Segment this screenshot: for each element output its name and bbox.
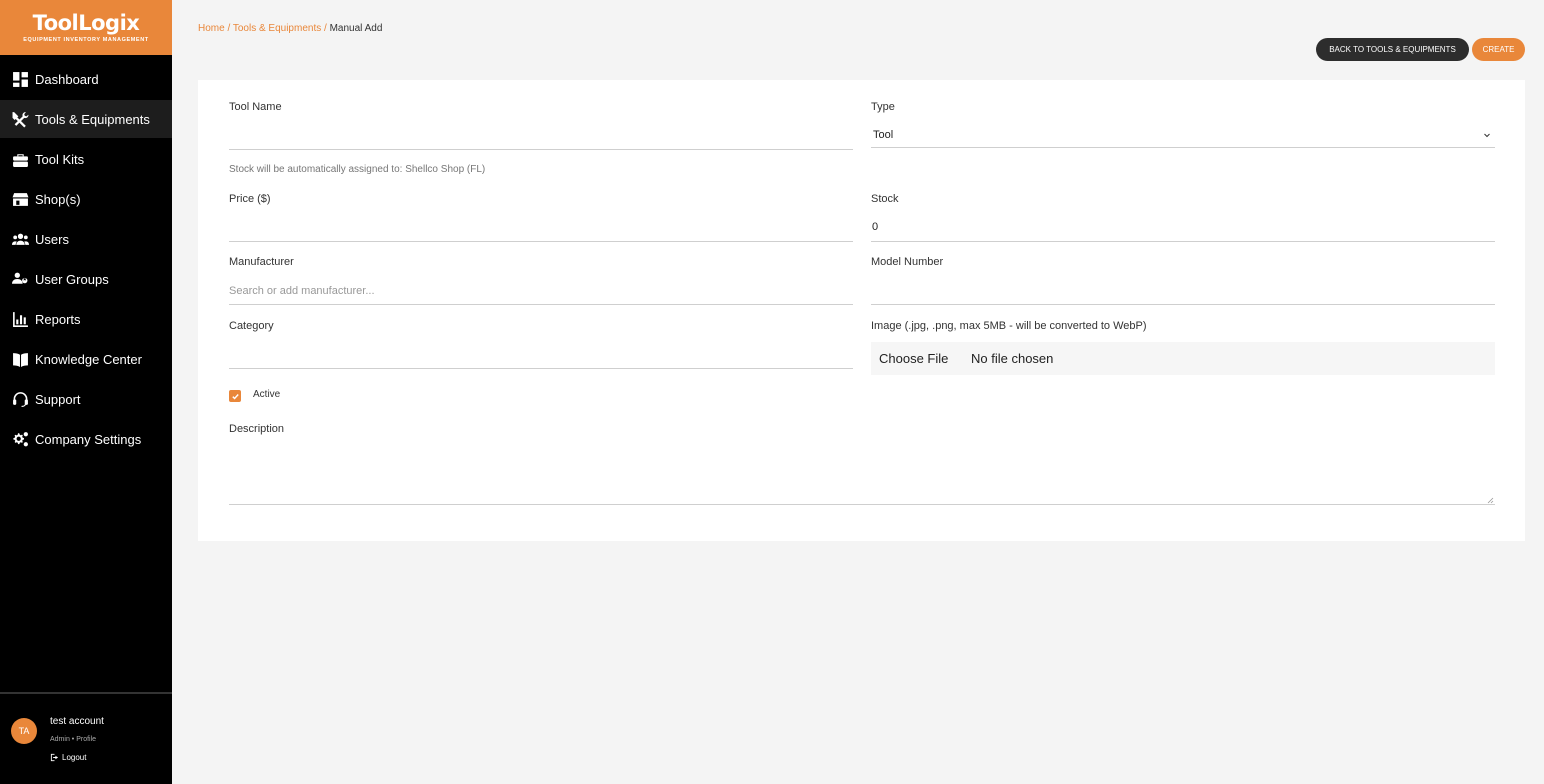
type-select[interactable]: Tool xyxy=(871,122,1495,148)
avatar[interactable]: TA xyxy=(11,718,37,744)
dashboard-icon xyxy=(11,70,29,88)
breadcrumb-current: Manual Add xyxy=(329,23,383,34)
stock-input[interactable]: 0 xyxy=(871,213,1495,242)
manufacturer-placeholder: Search or add manufacturer... xyxy=(229,284,375,297)
chevron-down-icon xyxy=(1484,133,1490,137)
shop-icon xyxy=(11,190,29,208)
resize-grip-icon[interactable] xyxy=(1487,497,1494,504)
manufacturer-label: Manufacturer xyxy=(229,256,294,268)
type-label: Type xyxy=(871,101,895,113)
gears-icon xyxy=(11,430,29,448)
sidebar-item-label: Users xyxy=(35,231,69,247)
user-groups-icon xyxy=(11,270,29,288)
stock-assignment-hint: Stock will be automatically assigned to:… xyxy=(229,164,486,175)
model-number-label: Model Number xyxy=(871,256,944,268)
user-role-line: Admin • Profile xyxy=(50,736,96,743)
logo-subtitle: EQUIPMENT INVENTORY MANAGEMENT xyxy=(23,37,149,43)
form-card: Tool Name Type Tool Stock will be automa… xyxy=(198,80,1525,541)
sidebar-item-user-groups[interactable]: User Groups xyxy=(0,260,172,298)
breadcrumb-tools-equipments[interactable]: Tools & Equipments xyxy=(233,23,321,34)
sidebar-item-label: Reports xyxy=(35,311,81,327)
sidebar-item-users[interactable]: Users xyxy=(0,220,172,258)
user-role: Admin xyxy=(50,736,70,743)
breadcrumb-separator: / xyxy=(224,23,233,34)
sidebar-item-dashboard[interactable]: Dashboard xyxy=(0,60,172,98)
toolbox-icon xyxy=(11,150,29,168)
price-input[interactable] xyxy=(229,213,853,242)
sidebar-item-tool-kits[interactable]: Tool Kits xyxy=(0,140,172,178)
sidebar-divider xyxy=(0,692,172,694)
book-icon xyxy=(11,350,29,368)
category-label: Category xyxy=(229,320,274,332)
sidebar-item-reports[interactable]: Reports xyxy=(0,300,172,338)
file-status: No file chosen xyxy=(971,351,1054,366)
sidebar-item-tools-equipments[interactable]: Tools & Equipments xyxy=(0,100,172,138)
tool-name-label: Tool Name xyxy=(229,101,282,113)
sidebar-item-label: Knowledge Center xyxy=(35,351,142,367)
stock-value: 0 xyxy=(872,221,879,233)
model-number-input[interactable] xyxy=(871,277,1495,305)
sidebar-item-label: Support xyxy=(35,391,81,407)
sidebar: ToolLogix EQUIPMENT INVENTORY MANAGEMENT… xyxy=(0,0,172,784)
logo[interactable]: ToolLogix EQUIPMENT INVENTORY MANAGEMENT xyxy=(0,0,172,55)
choose-file-button[interactable]: Choose File xyxy=(871,351,971,366)
active-checkbox[interactable] xyxy=(229,390,241,402)
sidebar-item-label: Company Settings xyxy=(35,431,142,447)
image-file-input[interactable]: Choose File No file chosen xyxy=(871,342,1495,375)
logout-label: Logout xyxy=(62,753,87,762)
user-name: test account xyxy=(50,716,104,727)
checkmark-icon xyxy=(231,393,239,400)
breadcrumb: Home / Tools & Equipments / Manual Add xyxy=(198,23,382,34)
sidebar-item-label: User Groups xyxy=(35,271,109,287)
logout-link[interactable]: Logout xyxy=(50,753,86,762)
active-label[interactable]: Active xyxy=(253,389,280,400)
sidebar-item-company-settings[interactable]: Company Settings xyxy=(0,420,172,458)
sidebar-item-knowledge-center[interactable]: Knowledge Center xyxy=(0,340,172,378)
price-label: Price ($) xyxy=(229,193,271,205)
sidebar-item-label: Tools & Equipments xyxy=(35,111,150,127)
users-icon xyxy=(11,230,29,248)
logo-title: ToolLogix xyxy=(32,11,140,35)
role-separator: • xyxy=(71,736,75,743)
sidebar-item-label: Tool Kits xyxy=(35,151,85,167)
headset-icon xyxy=(11,390,29,408)
description-textarea[interactable] xyxy=(229,441,1495,505)
back-to-tools-button[interactable]: Back to Tools & Equipments xyxy=(1316,38,1469,61)
description-label: Description xyxy=(229,423,285,435)
breadcrumb-separator: / xyxy=(321,23,330,34)
image-label: Image (.jpg, .png, max 5MB - will be con… xyxy=(871,320,1147,332)
stock-label: Stock xyxy=(871,193,899,205)
breadcrumb-home[interactable]: Home xyxy=(198,23,225,34)
category-input[interactable] xyxy=(229,341,853,369)
sidebar-nav: Dashboard Tools & Equipments Tool Kits S… xyxy=(0,60,172,458)
manufacturer-search-input[interactable]: Search or add manufacturer... xyxy=(229,277,853,305)
logout-icon xyxy=(50,753,59,762)
type-selected-value: Tool xyxy=(873,128,894,141)
sidebar-item-shops[interactable]: Shop(s) xyxy=(0,180,172,218)
sidebar-item-label: Shop(s) xyxy=(35,191,81,207)
tool-name-input[interactable] xyxy=(229,122,853,150)
create-button[interactable]: Create xyxy=(1472,38,1525,61)
profile-link[interactable]: Profile xyxy=(76,736,96,743)
sidebar-item-label: Dashboard xyxy=(35,71,99,87)
tools-icon xyxy=(11,110,29,128)
sidebar-item-support[interactable]: Support xyxy=(0,380,172,418)
chart-icon xyxy=(11,310,29,328)
